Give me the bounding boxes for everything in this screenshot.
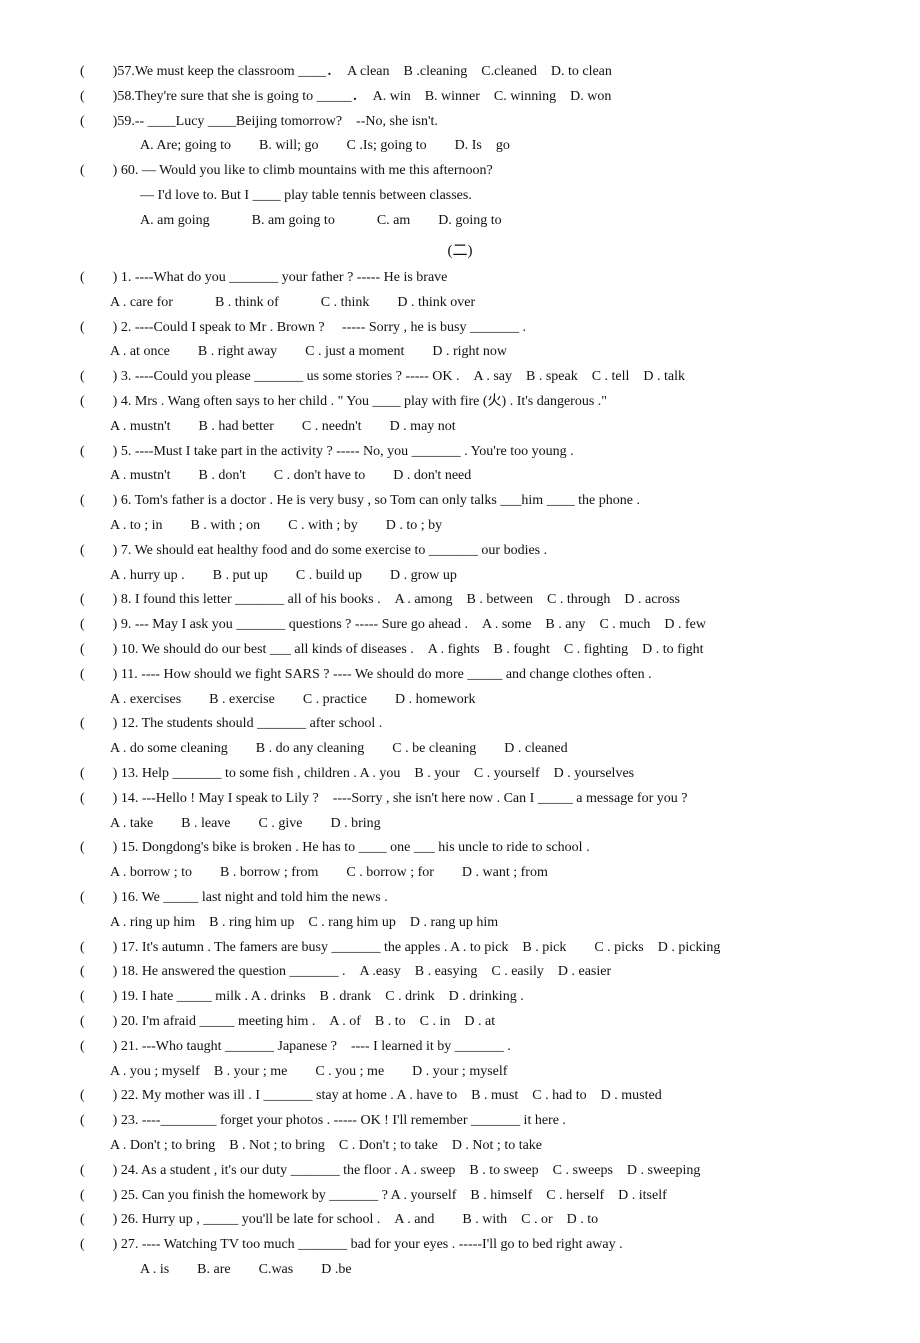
question-line-section: (二): [80, 239, 840, 265]
question-line-q16b: A . ring up him B . ring him up C . rang…: [110, 911, 840, 935]
exam-content: ( )57.We must keep the classroom ____． A…: [80, 60, 840, 1282]
question-line-q5b: A . mustn't B . don't C . don't have to …: [110, 464, 840, 488]
question-line-q22a: ( ) 22. My mother was ill . I _______ st…: [80, 1084, 840, 1108]
question-line-q14b: A . take B . leave C . give D . bring: [110, 812, 840, 836]
question-line-q60b: — I'd love to. But I ____ play table ten…: [140, 184, 840, 208]
question-line-q11b: A . exercises B . exercise C . practice …: [110, 688, 840, 712]
question-line-q27b: A . is B. are C.was D .be: [140, 1258, 840, 1282]
question-line-q8a: ( ) 8. I found this letter _______ all o…: [80, 588, 840, 612]
question-line-q4a: ( ) 4. Mrs . Wang often says to her chil…: [80, 390, 840, 414]
question-line-q15b: A . borrow ; to B . borrow ; from C . bo…: [110, 861, 840, 885]
question-line-q4b: A . mustn't B . had better C . needn't D…: [110, 415, 840, 439]
question-line-q11a: ( ) 11. ---- How should we fight SARS ? …: [80, 663, 840, 687]
question-line-q19a: ( ) 19. I hate _____ milk . A . drinks B…: [80, 985, 840, 1009]
question-line-q23b: A . Don't ; to bring B . Not ; to bring …: [110, 1134, 840, 1158]
question-line-q24a: ( ) 24. As a student , it's our duty ___…: [80, 1159, 840, 1183]
question-line-q6a: ( ) 6. Tom's father is a doctor . He is …: [80, 489, 840, 513]
question-line-q21b: A . you ; myself B . your ; me C . you ;…: [110, 1060, 840, 1084]
question-line-q5a: ( ) 5. ----Must I take part in the activ…: [80, 440, 840, 464]
question-line-q1b: A . care for B . think of C . think D . …: [110, 291, 840, 315]
question-line-q18a: ( ) 18. He answered the question _______…: [80, 960, 840, 984]
question-line-q59a: ( )59.-- ____Lucy ____Beijing tomorrow? …: [80, 110, 840, 134]
question-line-q2b: A . at once B . right away C . just a mo…: [110, 340, 840, 364]
question-line-q13a: ( ) 13. Help _______ to some fish , chil…: [80, 762, 840, 786]
question-line-q57: ( )57.We must keep the classroom ____． A…: [80, 60, 840, 84]
question-line-q12a: ( ) 12. The students should _______ afte…: [80, 712, 840, 736]
question-line-q59b: A. Are; going to B. will; go C .Is; goin…: [140, 134, 840, 158]
question-line-q2a: ( ) 2. ----Could I speak to Mr . Brown ?…: [80, 316, 840, 340]
question-line-q21a: ( ) 21. ---Who taught _______ Japanese ?…: [80, 1035, 840, 1059]
question-line-q1a: ( ) 1. ----What do you _______ your fath…: [80, 266, 840, 290]
question-line-q23a: ( ) 23. ----________ forget your photos …: [80, 1109, 840, 1133]
question-line-q15a: ( ) 15. Dongdong's bike is broken . He h…: [80, 836, 840, 860]
question-line-q27a: ( ) 27. ---- Watching TV too much ______…: [80, 1233, 840, 1257]
question-line-q60c: A. am going B. am going to C. am D. goin…: [140, 209, 840, 233]
question-line-q16a: ( ) 16. We _____ last night and told him…: [80, 886, 840, 910]
question-line-q7b: A . hurry up . B . put up C . build up D…: [110, 564, 840, 588]
question-line-q12b: A . do some cleaning B . do any cleaning…: [110, 737, 840, 761]
question-line-q7a: ( ) 7. We should eat healthy food and do…: [80, 539, 840, 563]
question-line-q6b: A . to ; in B . with ; on C . with ; by …: [110, 514, 840, 538]
question-line-q9a: ( ) 9. --- May I ask you _______ questio…: [80, 613, 840, 637]
question-line-q26a: ( ) 26. Hurry up , _____ you'll be late …: [80, 1208, 840, 1232]
question-line-q17a: ( ) 17. It's autumn . The famers are bus…: [80, 936, 840, 960]
question-line-q20a: ( ) 20. I'm afraid _____ meeting him . A…: [80, 1010, 840, 1034]
question-line-q10a: ( ) 10. We should do our best ___ all ki…: [80, 638, 840, 662]
question-line-q58: ( )58.They're sure that she is going to …: [80, 85, 840, 109]
question-line-q25a: ( ) 25. Can you finish the homework by _…: [80, 1184, 840, 1208]
question-line-q60a: ( ) 60. — Would you like to climb mounta…: [80, 159, 840, 183]
question-line-q3a: ( ) 3. ----Could you please _______ us s…: [80, 365, 840, 389]
question-line-q14a: ( ) 14. ---Hello ! May I speak to Lily ?…: [80, 787, 840, 811]
